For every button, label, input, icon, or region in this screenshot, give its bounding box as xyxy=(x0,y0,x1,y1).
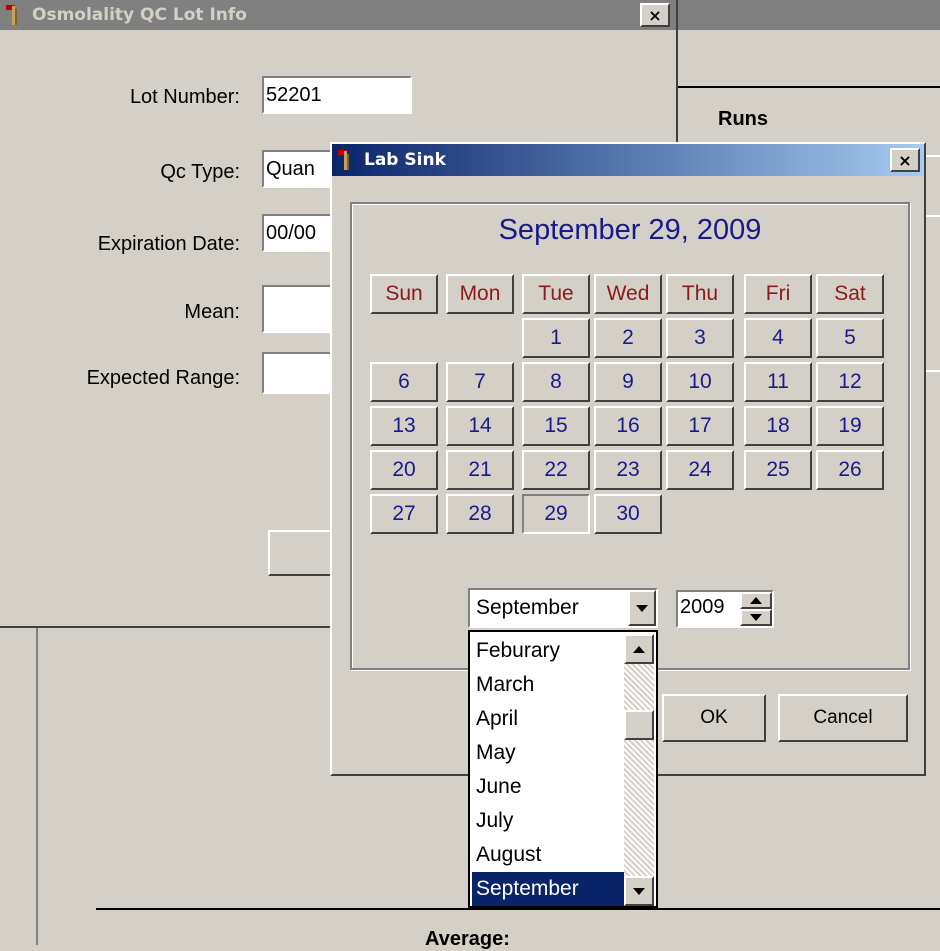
calendar-day[interactable]: 22 xyxy=(522,450,590,490)
calendar-day[interactable]: 11 xyxy=(744,362,812,402)
year-spin-down[interactable] xyxy=(740,609,772,626)
year-value: 2009 xyxy=(680,596,725,618)
lot-number-field[interactable]: 52201 xyxy=(262,76,412,114)
cancel-button[interactable]: Cancel xyxy=(778,694,908,742)
month-select[interactable]: September xyxy=(468,588,658,628)
calendar-day[interactable]: 2 xyxy=(594,318,662,358)
divider xyxy=(96,908,940,910)
calendar-day[interactable]: 6 xyxy=(370,362,438,402)
ok-button[interactable]: OK xyxy=(662,694,766,742)
month-option[interactable]: June xyxy=(472,770,624,804)
calendar-heading: September 29, 2009 xyxy=(498,214,762,246)
lab-sink-titlebar[interactable]: Lab Sink xyxy=(332,144,924,176)
month-option[interactable]: September xyxy=(472,872,624,906)
calendar-day[interactable]: 25 xyxy=(744,450,812,490)
calendar-day[interactable]: 13 xyxy=(370,406,438,446)
average-label: Average: xyxy=(425,928,510,950)
close-icon: × xyxy=(648,5,662,25)
calendar-day[interactable]: 15 xyxy=(522,406,590,446)
expiration-date-field[interactable]: 00/00 xyxy=(262,214,332,252)
calendar-day-selected[interactable]: 29 xyxy=(522,494,590,534)
osmolality-title: Osmolality QC Lot Info xyxy=(32,5,247,25)
app-icon xyxy=(336,148,360,172)
calendar-day[interactable]: 1 xyxy=(522,318,590,358)
calendar-day[interactable]: 12 xyxy=(816,362,884,402)
month-list-scrollbar[interactable] xyxy=(624,634,654,906)
calendar-day[interactable]: 27 xyxy=(370,494,438,534)
mean-label: Mean: xyxy=(184,301,240,323)
scroll-down-icon xyxy=(633,887,645,895)
weekday-header: Thu xyxy=(666,274,734,314)
divider xyxy=(678,86,940,88)
calendar-day[interactable]: 28 xyxy=(446,494,514,534)
calendar-day[interactable]: 21 xyxy=(446,450,514,490)
close-icon: × xyxy=(898,150,912,170)
background-titlebar xyxy=(678,0,940,30)
calendar-day[interactable]: 4 xyxy=(744,318,812,358)
month-option[interactable]: August xyxy=(472,838,624,872)
calendar-day[interactable]: 19 xyxy=(816,406,884,446)
ok-label: OK xyxy=(700,707,728,728)
calendar-day[interactable]: 18 xyxy=(744,406,812,446)
scroll-up-button[interactable] xyxy=(624,634,654,664)
app-icon xyxy=(4,3,28,27)
qc-type-field[interactable]: Quan xyxy=(262,150,332,188)
calendar-day[interactable]: 10 xyxy=(666,362,734,402)
scroll-up-icon xyxy=(633,645,645,653)
weekday-header: Tue xyxy=(522,274,590,314)
calendar-day[interactable]: 16 xyxy=(594,406,662,446)
calendar-day[interactable]: 7 xyxy=(446,362,514,402)
month-dropdown-list[interactable]: Feburary March April May June July August Septe… xyxy=(468,630,658,908)
calendar-day[interactable]: 14 xyxy=(446,406,514,446)
lab-sink-close-button[interactable]: × xyxy=(890,148,920,172)
calendar-day[interactable]: 30 xyxy=(594,494,662,534)
year-spin-up[interactable] xyxy=(740,592,772,609)
spin-down-icon xyxy=(750,614,762,621)
calendar-day[interactable]: 24 xyxy=(666,450,734,490)
calendar-day[interactable]: 23 xyxy=(594,450,662,490)
weekday-header: Sat xyxy=(816,274,884,314)
weekday-header: Fri xyxy=(744,274,812,314)
weekday-header: Wed xyxy=(594,274,662,314)
month-option[interactable]: July xyxy=(472,804,624,838)
month-dropdown-button[interactable] xyxy=(628,590,656,626)
expected-range-label: Expected Range: xyxy=(86,367,240,389)
calendar-day[interactable]: 26 xyxy=(816,450,884,490)
expiration-date-label: Expiration Date: xyxy=(97,233,240,255)
scroll-down-button[interactable] xyxy=(624,876,654,906)
qc-type-label: Qc Type: xyxy=(160,161,240,183)
spin-up-icon xyxy=(750,597,762,604)
month-option[interactable]: Feburary xyxy=(472,634,624,668)
dropdown-arrow-icon xyxy=(636,604,648,612)
calendar-day[interactable]: 9 xyxy=(594,362,662,402)
lab-sink-title: Lab Sink xyxy=(364,150,446,170)
osmolality-close-button[interactable]: × xyxy=(640,3,670,27)
osmolality-action-button[interactable] xyxy=(268,530,338,576)
lot-number-label: Lot Number: xyxy=(129,86,240,108)
weekday-header: Sun xyxy=(370,274,438,314)
month-select-value: September xyxy=(476,596,579,619)
month-option[interactable]: April xyxy=(472,702,624,736)
month-option[interactable]: March xyxy=(472,668,624,702)
calendar-day[interactable]: 5 xyxy=(816,318,884,358)
expected-range-field[interactable] xyxy=(262,352,332,394)
calendar-day[interactable]: 8 xyxy=(522,362,590,402)
scroll-thumb[interactable] xyxy=(624,710,654,740)
cancel-label: Cancel xyxy=(813,707,873,728)
calendar-day[interactable]: 17 xyxy=(666,406,734,446)
calendar-day[interactable]: 3 xyxy=(666,318,734,358)
divider xyxy=(36,628,38,945)
runs-label: Runs xyxy=(718,108,768,130)
month-option[interactable]: May xyxy=(472,736,624,770)
year-spinner[interactable]: 2009 xyxy=(676,590,774,628)
osmolality-titlebar[interactable]: Osmolality QC Lot Info xyxy=(0,0,676,30)
mean-field[interactable] xyxy=(262,285,332,333)
weekday-header: Mon xyxy=(446,274,514,314)
calendar-day[interactable]: 20 xyxy=(370,450,438,490)
